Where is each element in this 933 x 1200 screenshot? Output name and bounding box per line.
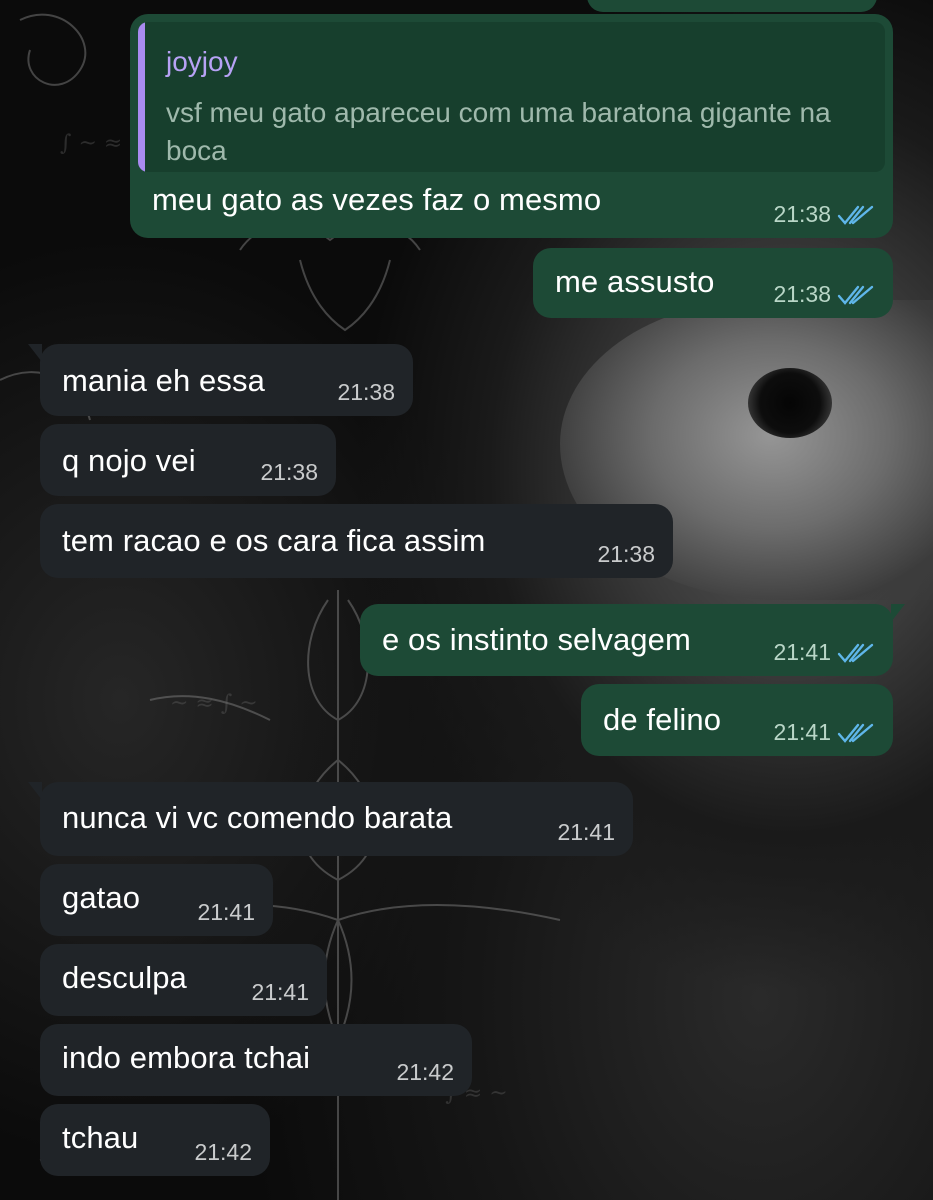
message-time: 21:38 [773, 201, 831, 227]
message-text: q nojo vei [62, 443, 196, 478]
message-time: 21:38 [260, 459, 318, 485]
message-bubble[interactable]: indo embora tchai 21:42 [40, 1024, 472, 1096]
message-bubble[interactable]: desculpa 21:41 [40, 944, 327, 1016]
quote-text: vsf meu gato apareceu com uma baratona g… [166, 97, 831, 166]
quote-accent-bar [138, 22, 145, 172]
message-text: me assusto [555, 264, 715, 299]
message-meta: 21:41 [557, 821, 615, 844]
message-text: tem racao e os cara fica assim [62, 523, 486, 558]
message-time: 21:38 [773, 281, 831, 307]
message-bubble[interactable]: gatao 21:41 [40, 864, 273, 936]
message-text: e os instinto selvagem [382, 622, 691, 657]
message-bubble[interactable]: joyjoy vsf meu gato apareceu com uma bar… [130, 14, 893, 238]
message-text: desculpa [62, 960, 187, 995]
message-time: 21:42 [396, 1059, 454, 1085]
message-bubble[interactable]: q nojo vei 21:38 [40, 424, 336, 496]
message-time: 21:41 [557, 819, 615, 845]
message-meta: 21:38 [773, 203, 875, 226]
message-text: mania eh essa [62, 363, 265, 398]
svg-text:∫ ~ ≈: ∫ ~ ≈ [60, 131, 122, 156]
message-text: indo embora tchai [62, 1040, 311, 1075]
message-time: 21:41 [197, 899, 255, 925]
quote-author: joyjoy [166, 46, 238, 77]
message-bubble[interactable]: tchau 21:42 [40, 1104, 270, 1176]
message-meta: 21:38 [773, 283, 875, 306]
double-check-icon [837, 285, 874, 305]
message-meta: 21:41 [773, 721, 875, 744]
message-bubble[interactable]: de felino 21:41 [581, 684, 893, 756]
message-bubble[interactable]: e os instinto selvagem 21:41 [360, 604, 905, 676]
message-bubble[interactable]: mania eh essa 21:38 [28, 344, 413, 416]
message-meta: 21:38 [260, 461, 318, 484]
double-check-icon [837, 723, 874, 743]
previous-message-edge [587, 0, 877, 12]
message-text: tchau [62, 1120, 139, 1155]
message-text: de felino [603, 702, 722, 737]
message-meta: 21:41 [197, 901, 255, 924]
double-check-icon [837, 205, 874, 225]
message-time: 21:38 [337, 379, 395, 405]
message-text: nunca vi vc comendo barata [62, 800, 453, 835]
message-meta: 21:38 [597, 543, 655, 566]
message-text: meu gato as vezes faz o mesmo [152, 182, 602, 217]
message-time: 21:41 [773, 639, 831, 665]
message-time: 21:42 [194, 1139, 252, 1165]
message-meta: 21:41 [773, 641, 875, 664]
message-text: gatao [62, 880, 141, 915]
message-time: 21:38 [597, 541, 655, 567]
svg-text:~ ≈ ∫ ~: ~ ≈ ∫ ~ [170, 691, 258, 716]
message-time: 21:41 [251, 979, 309, 1005]
message-bubble[interactable]: nunca vi vc comendo barata 21:41 [28, 782, 633, 856]
message-meta: 21:42 [194, 1141, 252, 1164]
message-meta: 21:38 [337, 381, 395, 404]
message-bubble[interactable]: me assusto 21:38 [533, 248, 893, 318]
reply-quote[interactable]: joyjoy vsf meu gato apareceu com uma bar… [138, 22, 885, 172]
message-meta: 21:41 [251, 981, 309, 1004]
message-meta: 21:42 [396, 1061, 454, 1084]
message-time: 21:41 [773, 719, 831, 745]
double-check-icon [837, 643, 874, 663]
message-bubble[interactable]: tem racao e os cara fica assim 21:38 [40, 504, 673, 578]
